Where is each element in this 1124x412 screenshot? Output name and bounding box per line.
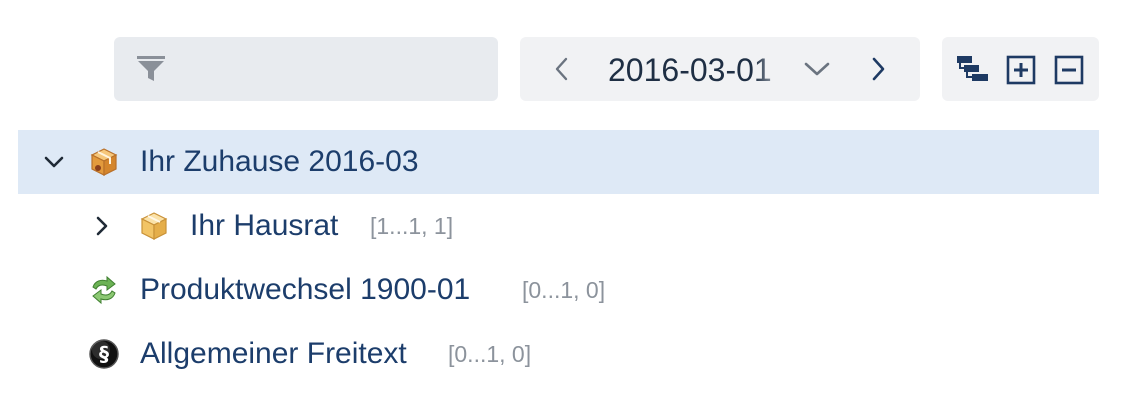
- chevron-down-icon[interactable]: [42, 150, 66, 174]
- chevron-right-icon[interactable]: [90, 214, 114, 238]
- product-structure-panel: 2016-03-01 Ihr Zuhause 2016-03 Ihr Hausr…: [0, 0, 1124, 412]
- hierarchy-icon[interactable]: [956, 55, 990, 83]
- package-icon: [140, 212, 168, 240]
- date-value[interactable]: 2016-03-01: [608, 50, 786, 90]
- filter-icon: [137, 56, 165, 81]
- cardinality-label: [0...1, 0]: [448, 341, 532, 367]
- expand-all-icon[interactable]: [1006, 55, 1036, 85]
- filter-input[interactable]: [178, 49, 482, 91]
- chevron-right-icon[interactable]: [866, 55, 890, 83]
- section-sign-icon: §: [89, 339, 119, 369]
- tree-row-ihr-zuhause[interactable]: Ihr Zuhause 2016-03: [18, 130, 1099, 194]
- svg-text:§: §: [99, 342, 109, 366]
- chevron-down-icon[interactable]: [803, 59, 831, 79]
- cardinality-label: [0...1, 0]: [522, 277, 606, 303]
- cardinality-label: [1...1, 1]: [370, 213, 454, 239]
- refresh-icon: [92, 275, 116, 305]
- collapse-all-icon[interactable]: [1054, 55, 1084, 85]
- node-label[interactable]: Produktwechsel 1900-01: [140, 272, 470, 308]
- tree-row-produktwechsel[interactable]: Produktwechsel 1900-01 [0...1, 0]: [18, 258, 1099, 322]
- node-label[interactable]: Ihr Zuhause 2016-03: [140, 144, 419, 180]
- node-label[interactable]: Ihr Hausrat: [190, 208, 338, 244]
- tree-row-ihr-hausrat[interactable]: Ihr Hausrat [1...1, 1]: [18, 194, 1099, 258]
- chevron-left-icon[interactable]: [550, 55, 574, 83]
- date-navigator: 2016-03-01: [520, 37, 920, 101]
- node-label[interactable]: Allgemeiner Freitext: [140, 336, 407, 372]
- filter-field[interactable]: [114, 37, 498, 101]
- tree-row-allgemeiner-freitext[interactable]: § Allgemeiner Freitext [0...1, 0]: [18, 322, 1099, 386]
- tree-tools: [942, 37, 1099, 101]
- package-open-icon: [90, 148, 118, 176]
